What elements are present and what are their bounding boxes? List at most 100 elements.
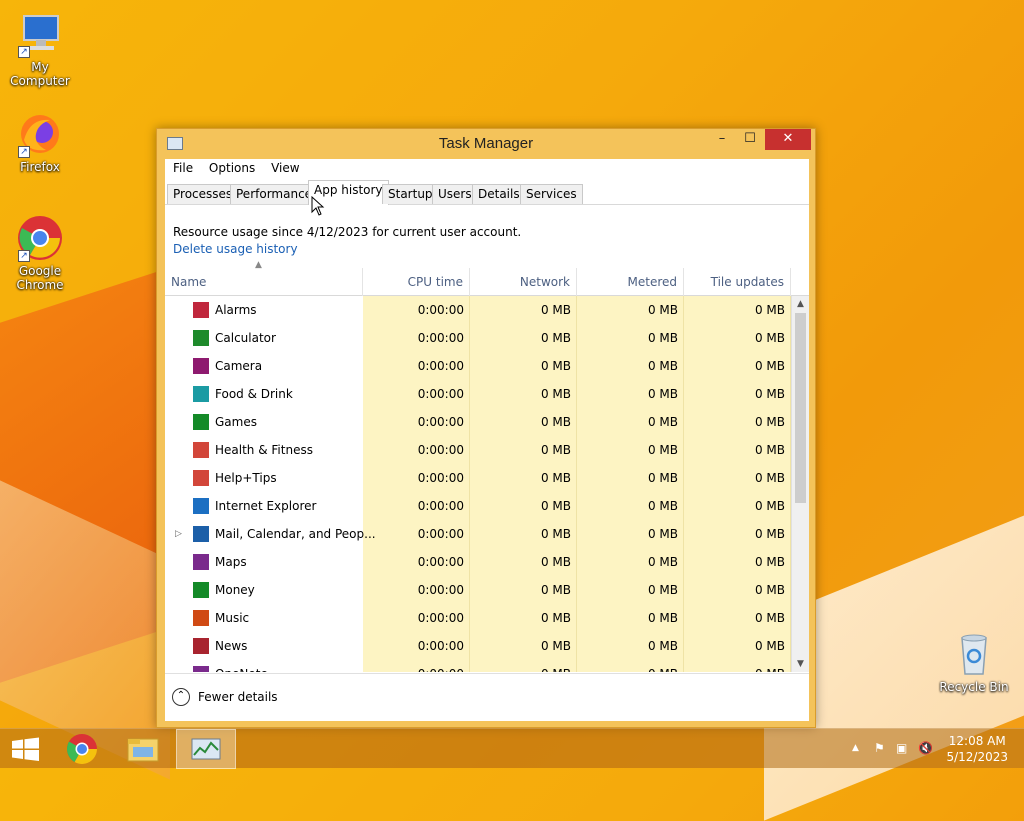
table-row[interactable]: Alarms 0:00:00 0 MB 0 MB 0 MB <box>165 296 791 324</box>
app-name: OneNote <box>215 660 268 672</box>
column-header-name[interactable]: Name <box>165 268 363 296</box>
network-cell: 0 MB <box>540 555 571 569</box>
table-row[interactable]: ▷ Mail, Calendar, and Peop... 0:00:00 0 MB 0… <box>165 520 791 548</box>
expand-icon[interactable]: ▷ <box>175 520 182 548</box>
app-name: News <box>215 639 248 653</box>
column-header-cpu-time[interactable]: CPU time <box>363 268 470 296</box>
usage-info: Resource usage since 4/12/2023 for curre… <box>165 205 809 268</box>
menu-view[interactable]: View <box>265 159 305 177</box>
network-icon[interactable]: ▣ <box>896 741 907 755</box>
taskbar-file-explorer[interactable] <box>113 729 173 769</box>
app-name: Camera <box>215 359 263 373</box>
table-row[interactable]: Camera 0:00:00 0 MB 0 MB 0 MB <box>165 352 791 380</box>
cpu-time-cell: 0:00:00 <box>417 583 464 597</box>
taskbar-task-manager[interactable] <box>176 729 236 769</box>
volume-muted-icon[interactable]: 🔇 <box>918 741 933 755</box>
taskbar-chrome[interactable] <box>52 729 112 769</box>
app-name: Help+Tips <box>215 471 277 485</box>
table-row[interactable]: Music 0:00:00 0 MB 0 MB 0 MB <box>165 604 791 632</box>
tile-updates-cell: 0 MB <box>754 499 785 513</box>
table-row[interactable]: Health & Fitness 0:00:00 0 MB 0 MB 0 MB <box>165 436 791 464</box>
table-row[interactable]: Calculator 0:00:00 0 MB 0 MB 0 MB <box>165 324 791 352</box>
tile-updates-cell: 0 MB <box>754 471 785 485</box>
menu-file[interactable]: File <box>167 159 199 177</box>
task-manager-icon <box>191 738 221 760</box>
scroll-up-icon[interactable]: ▲ <box>792 296 809 312</box>
fewer-details-button[interactable]: Fewer details <box>198 690 278 704</box>
usage-since-text: Resource usage since 4/12/2023 for curre… <box>173 225 522 239</box>
table-row[interactable]: News 0:00:00 0 MB 0 MB 0 MB <box>165 632 791 660</box>
app-name: Maps <box>215 555 247 569</box>
desktop-icon-recycle-bin[interactable]: Recycle Bin <box>934 630 1014 694</box>
start-button[interactable] <box>0 729 60 769</box>
chrome-icon: ↗ <box>16 214 64 262</box>
vertical-scrollbar[interactable]: ▲ ▼ <box>791 296 809 672</box>
desktop-icon-chrome[interactable]: ↗ Google Chrome <box>0 214 80 292</box>
close-button[interactable]: ✕ <box>765 129 811 150</box>
column-header-network[interactable]: Network <box>470 268 577 296</box>
tab-details[interactable]: Details <box>472 184 526 204</box>
tile-updates-cell: 0 MB <box>754 555 785 569</box>
table-row[interactable]: Help+Tips 0:00:00 0 MB 0 MB 0 MB <box>165 464 791 492</box>
tab-processes[interactable]: Processes <box>167 184 239 204</box>
desktop-icon-firefox[interactable]: ↗ Firefox <box>0 110 80 174</box>
metered-network-cell: 0 MB <box>647 331 678 345</box>
metered-network-cell: 0 MB <box>647 359 678 373</box>
menu-options[interactable]: Options <box>203 159 261 177</box>
cpu-time-cell: 0:00:00 <box>417 639 464 653</box>
minimize-button[interactable]: – <box>709 129 735 150</box>
clock-date: 5/12/2023 <box>946 750 1008 764</box>
app-name: Health & Fitness <box>215 443 313 457</box>
health-fitness-icon <box>193 442 209 458</box>
tab-performance[interactable]: Performance <box>230 184 319 204</box>
clock[interactable]: 12:08 AM 5/12/2023 <box>946 733 1008 765</box>
internet-explorer-icon <box>193 498 209 514</box>
tile-updates-cell: 0 MB <box>684 660 785 672</box>
scroll-thumb[interactable] <box>795 313 806 503</box>
fewer-details-icon[interactable]: ⌃ <box>172 688 190 706</box>
column-header-metered-network[interactable]: Metered network <box>577 268 684 317</box>
tile-updates-cell: 0 MB <box>754 303 785 317</box>
flag-icon[interactable]: ⚑ <box>874 741 885 755</box>
desktop-icon-my-computer[interactable]: ↗ My Computer <box>0 10 80 88</box>
desktop-icon-label: My Computer <box>10 60 70 88</box>
menu-bar: File Options View <box>165 159 809 179</box>
camera-icon <box>193 358 209 374</box>
metered-network-cell: 0 MB <box>647 583 678 597</box>
table-row[interactable]: OneNote 0:00:00 0 MB 0 MB 0 MB <box>165 660 791 672</box>
network-cell: 0 MB <box>540 499 571 513</box>
clock-time: 12:08 AM <box>948 734 1006 748</box>
recycle-bin-icon <box>950 630 998 678</box>
app-name: Games <box>215 415 257 429</box>
window-client: File Options View Processes Performance … <box>165 159 809 721</box>
table-row[interactable]: Maps 0:00:00 0 MB 0 MB 0 MB <box>165 548 791 576</box>
windows-logo-icon <box>12 737 39 761</box>
app-name: Alarms <box>215 303 257 317</box>
table-row[interactable]: Money 0:00:00 0 MB 0 MB 0 MB <box>165 576 791 604</box>
network-cell: 0 MB <box>540 331 571 345</box>
metered-network-cell: 0 MB <box>647 415 678 429</box>
news-icon <box>193 638 209 654</box>
delete-usage-history-link[interactable]: Delete usage history <box>173 242 801 256</box>
alarms-icon <box>193 302 209 318</box>
cpu-time-cell: 0:00:00 <box>417 555 464 569</box>
tab-users[interactable]: Users <box>432 184 478 204</box>
table-row[interactable]: Internet Explorer 0:00:00 0 MB 0 MB 0 MB <box>165 492 791 520</box>
cpu-time-cell: 0:00:00 <box>417 415 464 429</box>
tab-startup[interactable]: Startup <box>382 184 439 204</box>
window-titlebar[interactable]: Task Manager – ☐ ✕ <box>157 129 815 159</box>
network-cell: 0 MB <box>540 415 571 429</box>
show-hidden-icons-icon[interactable]: ▲ <box>852 743 859 753</box>
network-cell: 0 MB <box>540 527 571 541</box>
maximize-button[interactable]: ☐ <box>737 129 763 150</box>
cpu-time-cell: 0:00:00 <box>417 499 464 513</box>
column-header-tile-updates[interactable]: Tile updates <box>684 268 791 296</box>
scroll-down-icon[interactable]: ▼ <box>792 656 809 672</box>
table-row[interactable]: Food & Drink 0:00:00 0 MB 0 MB 0 MB <box>165 380 791 408</box>
tab-services[interactable]: Services <box>520 184 583 204</box>
table-row[interactable]: Games 0:00:00 0 MB 0 MB 0 MB <box>165 408 791 436</box>
tile-updates-cell: 0 MB <box>754 611 785 625</box>
metered-network-cell: 0 MB <box>577 660 678 672</box>
metered-network-cell: 0 MB <box>647 639 678 653</box>
desktop-icon-label: Google Chrome <box>16 264 64 292</box>
